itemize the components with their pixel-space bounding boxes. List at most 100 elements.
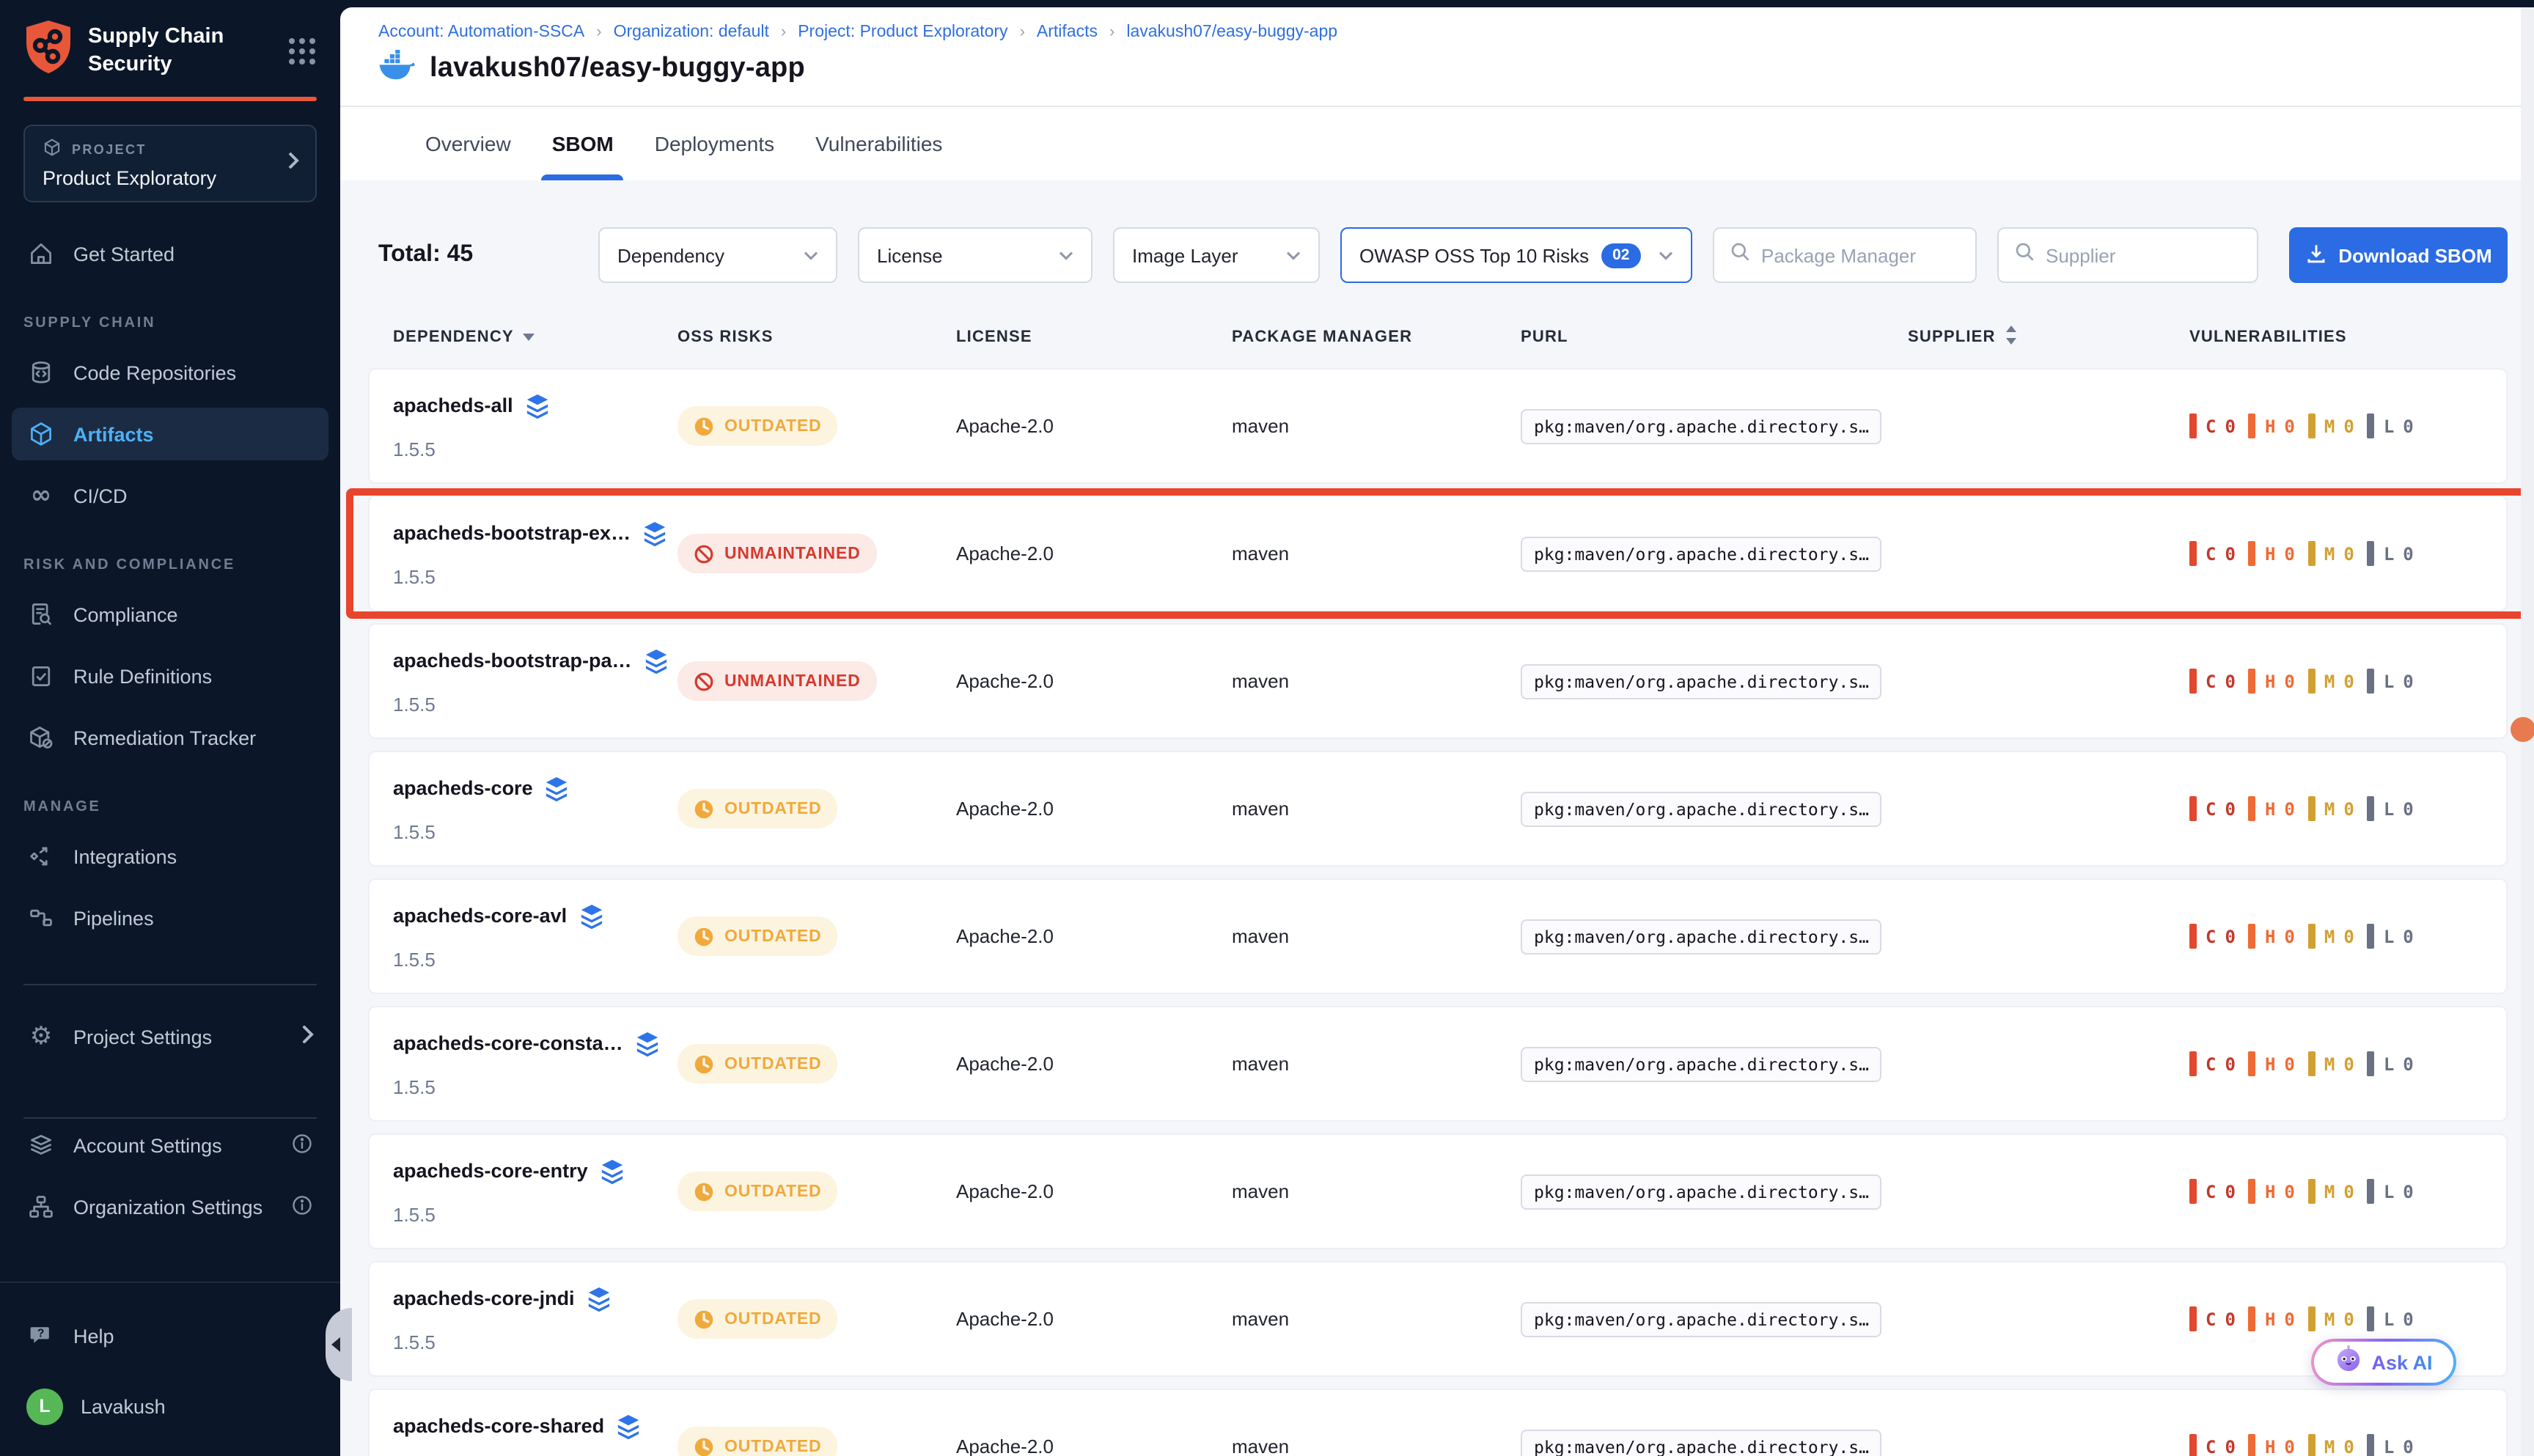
- breadcrumb-link[interactable]: Artifacts: [1037, 23, 1098, 41]
- user-menu[interactable]: L Lavakush: [12, 1380, 328, 1433]
- filter-image-layer[interactable]: Image Layer: [1113, 227, 1320, 283]
- purl-value[interactable]: pkg:maven/org.apache.directory.s…: [1521, 536, 1882, 571]
- filter-group: Dependency License Image Layer OWASP OSS T…: [598, 227, 2289, 283]
- sidebar-item-integrations[interactable]: Integrations: [12, 830, 328, 883]
- module-grid-icon[interactable]: [284, 33, 320, 68]
- page-header: Account: Automation-SSCA›Organization: d…: [340, 7, 2534, 107]
- vuln-l: L0: [2368, 1434, 2414, 1456]
- breadcrumb-link[interactable]: Organization: default: [614, 23, 769, 41]
- vuln-count: 0: [2225, 798, 2235, 819]
- risk-badge-label: OUTDATED: [724, 1438, 821, 1455]
- vuln-letter: C: [2206, 1309, 2216, 1329]
- app-title: Supply Chain Security: [88, 24, 224, 78]
- tab-label: Vulnerabilities: [815, 132, 942, 155]
- tab-overview[interactable]: Overview: [425, 107, 511, 180]
- vuln-bar: [2249, 924, 2256, 949]
- purl-value[interactable]: pkg:maven/org.apache.directory.s…: [1521, 919, 1882, 954]
- sidebar-item-label: Compliance: [73, 603, 178, 625]
- sidebar-item-label: Code Repositories: [73, 361, 236, 383]
- dependency-version: 1.5.5: [393, 438, 677, 460]
- layers-icon: [642, 520, 667, 546]
- breadcrumb-link[interactable]: Project: Product Exploratory: [798, 23, 1007, 41]
- vuln-h: H0: [2249, 1434, 2295, 1456]
- sidebar-item-code-repositories[interactable]: Code Repositories: [12, 346, 328, 399]
- vuln-bar: [2189, 796, 2197, 821]
- sidebar-item-artifacts[interactable]: Artifacts: [12, 408, 328, 460]
- column-header-label: SUPPLIER: [1908, 328, 1996, 346]
- vuln-letter: L: [2384, 1309, 2394, 1329]
- table-row[interactable]: apacheds-bootstrap-ex…1.5.5UNMAINTAINEDA…: [368, 496, 2508, 611]
- supplier-input[interactable]: [2046, 244, 2242, 266]
- column-header-package-manager: PACKAGE MANAGER: [1232, 326, 1521, 349]
- sidebar-item-remediation-tracker[interactable]: Remediation Tracker: [12, 711, 328, 764]
- clock-icon: [694, 1309, 714, 1329]
- home-icon: [28, 240, 54, 267]
- gear-icon: ⚙: [30, 1024, 53, 1049]
- sidebar-item-organization-settings[interactable]: Organization Settings: [12, 1180, 328, 1233]
- tab-label: SBOM: [552, 132, 614, 155]
- help-label: Help: [73, 1325, 114, 1347]
- purl-value[interactable]: pkg:maven/org.apache.directory.s…: [1521, 1301, 1882, 1336]
- download-sbom-button[interactable]: Download SBOM: [2289, 227, 2508, 283]
- sidebar-item-label: Artifacts: [73, 423, 154, 445]
- sidebar-item-project-settings[interactable]: ⚙Project Settings: [12, 1010, 328, 1063]
- sidebar-item-compliance[interactable]: Compliance: [12, 588, 328, 641]
- sidebar-item-help[interactable]: ? Help: [12, 1309, 328, 1362]
- sidebar-item-ci-cd[interactable]: ∞CI/CD: [12, 469, 328, 522]
- vuln-l: L0: [2368, 669, 2414, 694]
- purl-value[interactable]: pkg:maven/org.apache.directory.s…: [1521, 1174, 1882, 1209]
- sidebar-nav: Get StartedSUPPLY CHAINCode Repositories…: [0, 227, 340, 944]
- dependency-version: 1.5.5: [393, 565, 677, 587]
- table-row[interactable]: apacheds-core-consta…1.5.5OUTDATEDApache…: [368, 1006, 2508, 1122]
- table-row[interactable]: apacheds-bootstrap-pa…1.5.5UNMAINTAINEDA…: [368, 623, 2508, 739]
- sidebar-item-pipelines[interactable]: Pipelines: [12, 891, 328, 944]
- purl-value[interactable]: pkg:maven/org.apache.directory.s…: [1521, 663, 1882, 699]
- license-cell: Apache-2.0: [956, 798, 1232, 820]
- package-manager-cell: maven: [1232, 1435, 1521, 1456]
- sort-icon[interactable]: [523, 328, 536, 346]
- package-manager-input[interactable]: [1761, 244, 1961, 266]
- sort-icon[interactable]: [2005, 326, 2018, 349]
- purl-value[interactable]: pkg:maven/org.apache.directory.s…: [1521, 791, 1882, 826]
- vuln-count: 0: [2343, 926, 2354, 946]
- vulnerabilities-cell: C0H0M0L0: [2189, 1306, 2506, 1331]
- breadcrumb-link[interactable]: Account: Automation-SSCA: [378, 23, 584, 41]
- owasp-oss-risks-filter[interactable]: OWASP OSS Top 10 Risks 02: [1340, 227, 1692, 283]
- table-row[interactable]: apacheds-core-shared1.5.5OUTDATEDApache-…: [368, 1389, 2508, 1456]
- filter-license[interactable]: License: [858, 227, 1092, 283]
- oss-risk-cell: OUTDATED: [677, 789, 956, 828]
- table-row[interactable]: apacheds-core-jndi1.5.5OUTDATEDApache-2.…: [368, 1261, 2508, 1377]
- filter-dependency[interactable]: Dependency: [598, 227, 837, 283]
- risk-badge: OUTDATED: [677, 1172, 837, 1211]
- sidebar-item-account-settings[interactable]: Account Settings: [12, 1119, 328, 1172]
- dependency-version: 1.5.5: [393, 693, 677, 715]
- purl-value[interactable]: pkg:maven/org.apache.directory.s…: [1521, 408, 1882, 444]
- project-selector[interactable]: PROJECT Product Exploratory: [23, 125, 317, 202]
- vuln-bar: [2249, 1306, 2256, 1331]
- table-row[interactable]: apacheds-all1.5.5OUTDATEDApache-2.0maven…: [368, 368, 2508, 484]
- ask-ai-button[interactable]: Ask AI: [2311, 1339, 2456, 1386]
- purl-value[interactable]: pkg:maven/org.apache.directory.s…: [1521, 1429, 1882, 1456]
- sort-both-icon: [2005, 326, 2018, 345]
- tab-vulnerabilities[interactable]: Vulnerabilities: [815, 107, 942, 180]
- vuln-letter: C: [2206, 671, 2216, 691]
- table-row[interactable]: apacheds-core-avl1.5.5OUTDATEDApache-2.0…: [368, 878, 2508, 994]
- vuln-h: H0: [2249, 541, 2295, 566]
- tab-deployments[interactable]: Deployments: [655, 107, 774, 180]
- oss-risk-cell: OUTDATED: [677, 1427, 956, 1456]
- risk-badge-label: OUTDATED: [724, 927, 821, 945]
- feedback-widget-dot[interactable]: [2511, 717, 2534, 742]
- svg-text:?: ?: [37, 1327, 44, 1339]
- sidebar-item-get-started[interactable]: Get Started: [12, 227, 328, 280]
- vuln-bar: [2308, 796, 2316, 821]
- table-row[interactable]: apacheds-core-entry1.5.5OUTDATEDApache-2…: [368, 1133, 2508, 1249]
- sidebar-item-rule-definitions[interactable]: Rule Definitions: [12, 650, 328, 702]
- breadcrumb-link[interactable]: lavakush07/easy-buggy-app: [1126, 23, 1337, 41]
- tab-sbom[interactable]: SBOM: [552, 107, 614, 180]
- dependency-version: 1.5.5: [393, 820, 677, 842]
- vuln-count: 0: [2403, 1181, 2413, 1202]
- purl-value[interactable]: pkg:maven/org.apache.directory.s…: [1521, 1046, 1882, 1081]
- dependency-name: apacheds-core-shared: [393, 1415, 604, 1437]
- vuln-letter: C: [2206, 416, 2216, 436]
- table-row[interactable]: apacheds-core1.5.5OUTDATEDApache-2.0mave…: [368, 751, 2508, 867]
